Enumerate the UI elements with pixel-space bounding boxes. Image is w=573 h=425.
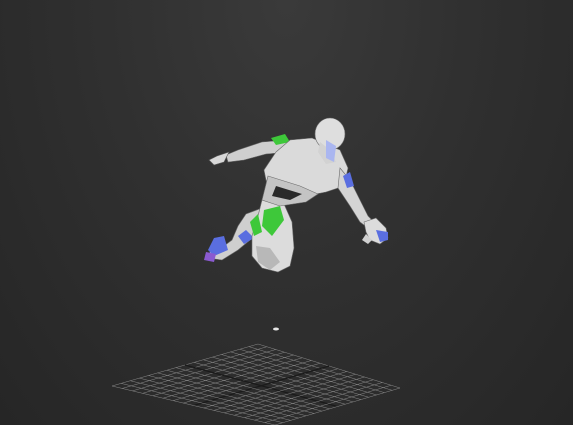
- viewport-scene[interactable]: [0, 0, 573, 425]
- legs[interactable]: [204, 199, 295, 273]
- grid-line: [254, 382, 383, 421]
- 3d-viewport[interactable]: [0, 0, 573, 425]
- ground-grid: [111, 343, 401, 425]
- grid-line: [264, 385, 392, 423]
- right-arm[interactable]: [337, 167, 389, 245]
- pivot-marker[interactable]: [273, 327, 279, 331]
- grid-line: [274, 387, 401, 425]
- biped-character[interactable]: [204, 117, 389, 273]
